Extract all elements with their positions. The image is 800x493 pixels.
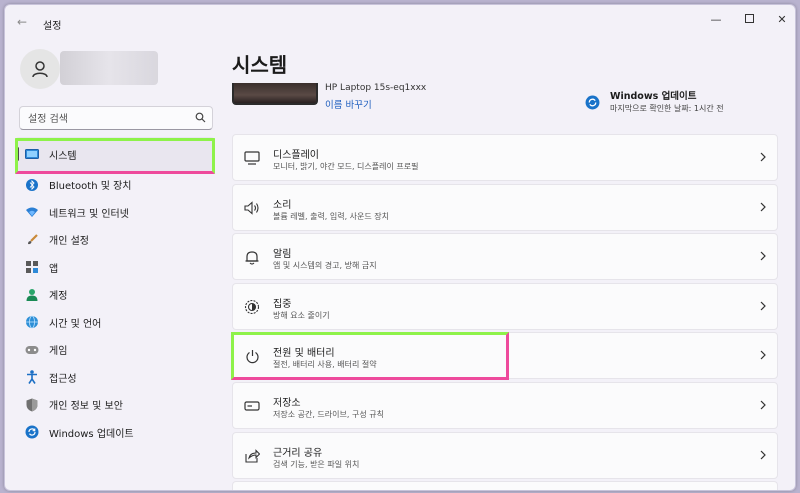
speaker-icon (243, 199, 261, 217)
sidebar-item-gaming[interactable]: 게임 (15, 336, 215, 364)
search-box[interactable] (19, 106, 213, 131)
apps-icon (25, 260, 39, 274)
sidebar-nav: 시스템 Bluetooth 및 장치 네트워크 및 인터넷 개인 설정 앱 계정… (15, 137, 215, 446)
chevron-right-icon (760, 251, 766, 261)
update-status-icon (585, 95, 600, 110)
app-title: 설정 (43, 21, 62, 32)
card-title: 디스플레이 (273, 150, 319, 161)
card-title: 저장소 (273, 397, 301, 409)
settings-list: 디스플레이 모니터, 밝기, 야간 모드, 디스플레이 프로필 소리 볼륨 레벨… (232, 134, 778, 490)
sidebar-item-label: Windows 업데이트 (49, 428, 134, 440)
person-icon (32, 61, 48, 78)
card-title: 전원 및 배터리 (273, 348, 335, 360)
settings-card-storage[interactable]: 저장소 저장소 공간, 드라이브, 구성 규칙 (232, 381, 778, 429)
gamepad-icon (25, 343, 39, 357)
card-title: 소리 (273, 199, 292, 211)
sidebar-item-label: 시간 및 언어 (49, 318, 102, 330)
sidebar-item-privacy[interactable]: 개인 정보 및 보안 (15, 391, 215, 419)
sidebar-item-label: 접근성 (49, 373, 77, 385)
device-thumbnail (232, 83, 318, 105)
sidebar-item-apps[interactable]: 앱 (15, 254, 215, 282)
update-status-title[interactable]: Windows 업데이트 (610, 88, 697, 102)
back-button[interactable]: ← (17, 15, 27, 29)
sidebar-item-network[interactable]: 네트워크 및 인터넷 (15, 199, 215, 227)
sidebar-item-label: 개인 설정 (49, 236, 89, 248)
update-status-subtitle: 마지막으로 확인한 날짜: 1시간 전 (610, 104, 724, 113)
storage-icon (243, 397, 261, 415)
card-subtitle: 방해 요소 줄이기 (273, 310, 330, 320)
sidebar-item-label: 시스템 (49, 150, 77, 162)
settings-card-partial[interactable] (232, 481, 778, 490)
sidebar-item-label: 앱 (49, 263, 59, 275)
maximize-icon (744, 14, 754, 23)
account-icon (25, 288, 39, 302)
share-icon (243, 447, 261, 465)
sidebar-item-bluetooth[interactable]: Bluetooth 및 장치 (15, 171, 215, 199)
avatar[interactable] (20, 49, 60, 89)
card-title: 알림 (273, 249, 292, 261)
sidebar-item-label: 계정 (49, 291, 68, 303)
bell-icon (243, 248, 261, 266)
display-icon (243, 149, 261, 167)
shield-icon (25, 398, 39, 412)
accessibility-icon (25, 370, 39, 385)
sidebar-item-personalization[interactable]: 개인 설정 (15, 226, 215, 254)
focus-icon (243, 298, 261, 316)
card-subtitle: 볼륨 레벨, 출력, 입력, 사운드 장치 (273, 211, 390, 221)
chevron-right-icon (760, 400, 766, 410)
card-title: 집중 (273, 298, 292, 310)
chevron-right-icon (760, 450, 766, 459)
user-name-blurred (60, 51, 158, 85)
power-icon (243, 347, 261, 365)
chevron-right-icon (760, 202, 766, 212)
sidebar-item-system[interactable]: 시스템 (15, 137, 215, 171)
wifi-icon (25, 205, 39, 219)
settings-card-notifications[interactable]: 알림 앱 및 시스템의 경고, 방해 금지 (232, 233, 778, 281)
card-subtitle: 저장소 공간, 드라이브, 구성 규칙 (273, 409, 384, 419)
sidebar-item-label: 개인 정보 및 보안 (49, 401, 123, 413)
card-subtitle: 앱 및 시스템의 경고, 방해 금지 (273, 261, 377, 271)
brush-icon (25, 233, 39, 247)
bluetooth-icon (25, 178, 39, 192)
settings-card-sound[interactable]: 소리 볼륨 레벨, 출력, 입력, 사운드 장치 (232, 183, 778, 231)
card-subtitle: 검색 기능, 받은 파일 위치 (273, 459, 360, 469)
title-bar: ← 설정 — ✕ (5, 5, 795, 39)
chevron-right-icon (760, 301, 766, 311)
sidebar-item-accessibility[interactable]: 접근성 (15, 364, 215, 392)
monitor-icon (25, 147, 39, 161)
rename-link[interactable]: 이름 바꾸기 (325, 97, 372, 111)
settings-card-display[interactable]: 디스플레이 모니터, 밝기, 야간 모드, 디스플레이 프로필 (232, 134, 778, 181)
selection-indicator (16, 147, 19, 161)
sidebar-item-label: 네트워크 및 인터넷 (49, 208, 129, 220)
card-title: 근거리 공유 (273, 447, 323, 459)
device-name: HP Laptop 15s-eq1xxx (325, 83, 427, 93)
maximize-button[interactable] (740, 12, 758, 28)
chevron-right-icon (760, 350, 766, 360)
card-subtitle: 모니터, 밝기, 야간 모드, 디스플레이 프로필 (273, 162, 419, 171)
globe-clock-icon (25, 315, 39, 329)
search-input[interactable] (20, 108, 188, 131)
settings-card-nearby-sharing[interactable]: 근거리 공유 검색 기능, 받은 파일 위치 (232, 431, 778, 479)
close-button[interactable]: ✕ (773, 12, 791, 28)
chevron-right-icon (760, 152, 766, 162)
settings-card-focus[interactable]: 집중 방해 요소 줄이기 (232, 282, 778, 330)
page-title: 시스템 (232, 53, 288, 77)
sidebar-item-label: Bluetooth 및 장치 (49, 181, 132, 193)
sidebar-item-label: 게임 (49, 346, 68, 358)
search-icon (195, 112, 206, 123)
card-subtitle: 절전, 배터리 사용, 배터리 절약 (273, 360, 377, 370)
settings-window: ← 설정 — ✕ 시스템 Blue (4, 4, 796, 491)
update-icon (25, 425, 39, 439)
settings-card-power-battery[interactable]: 전원 및 배터리 절전, 배터리 사용, 배터리 절약 (232, 332, 778, 380)
sidebar-item-windows-update[interactable]: Windows 업데이트 (15, 419, 215, 447)
minimize-button[interactable]: — (707, 12, 725, 28)
sidebar-item-time-language[interactable]: 시간 및 언어 (15, 309, 215, 337)
sidebar-item-accounts[interactable]: 계정 (15, 281, 215, 309)
